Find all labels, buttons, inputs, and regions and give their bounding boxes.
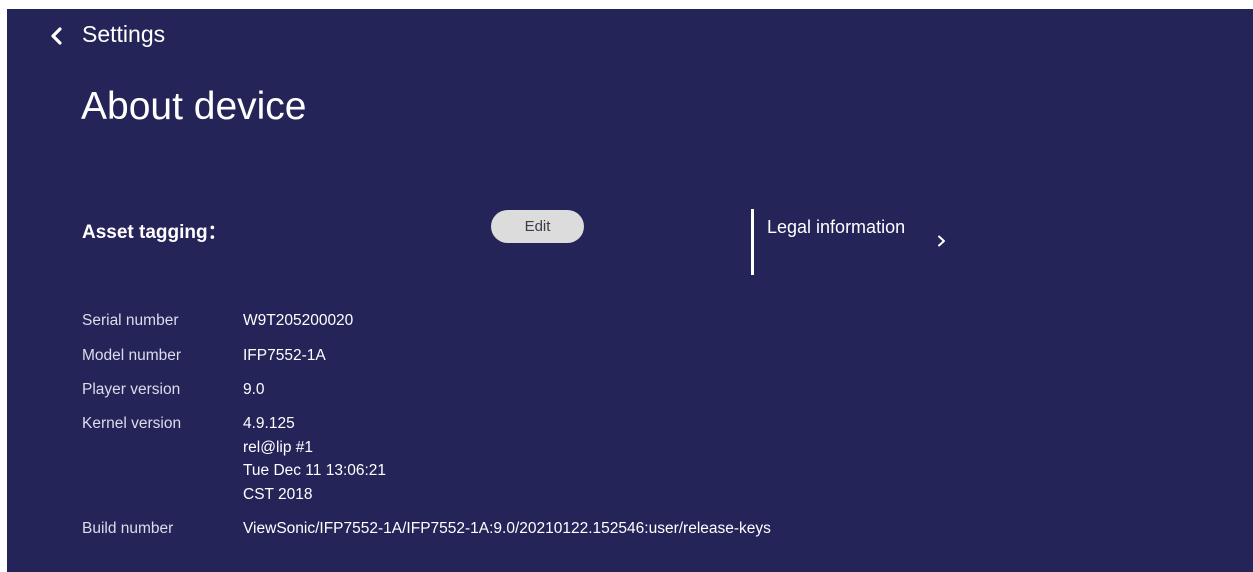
edit-asset-tag-button[interactable]: Edit bbox=[491, 210, 584, 243]
kernel-version-line: CST 2018 bbox=[243, 485, 313, 503]
kernel-version-label: Kernel version bbox=[82, 415, 182, 432]
model-number-label: Model number bbox=[82, 347, 182, 364]
model-number-value: IFP7552-1A bbox=[243, 347, 326, 364]
page-title: About device bbox=[81, 85, 307, 128]
kernel-version-line: 4.9.125 bbox=[243, 415, 295, 432]
kernel-version-value: 4.9.125 rel@lip #1 Tue Dec 11 13:06:21 C… bbox=[243, 412, 386, 506]
back-button[interactable] bbox=[43, 23, 71, 49]
legal-information-link[interactable]: Legal information bbox=[767, 215, 967, 271]
player-version-value: 9.0 bbox=[243, 381, 265, 398]
about-device-screen: Settings About device Asset tagging： Edi… bbox=[7, 9, 1253, 572]
kernel-version-line: rel@lip #1 bbox=[243, 438, 314, 456]
player-version-label: Player version bbox=[82, 381, 181, 398]
settings-breadcrumb[interactable]: Settings bbox=[82, 21, 165, 48]
chevron-left-icon bbox=[51, 27, 62, 45]
asset-tagging-label: Asset tagging： bbox=[82, 222, 227, 243]
kernel-version-line: Tue Dec 11 13:06:21 bbox=[243, 462, 387, 479]
serial-number-label: Serial number bbox=[82, 312, 179, 329]
chevron-right-icon bbox=[938, 235, 945, 247]
build-number-label: Build number bbox=[82, 520, 174, 537]
legal-divider bbox=[751, 209, 754, 275]
build-number-value: ViewSonic/IFP7552-1A/IFP7552-1A:9.0/2021… bbox=[243, 520, 771, 537]
legal-information-label: Legal information bbox=[767, 217, 906, 237]
serial-number-value: W9T205200020 bbox=[243, 312, 354, 329]
